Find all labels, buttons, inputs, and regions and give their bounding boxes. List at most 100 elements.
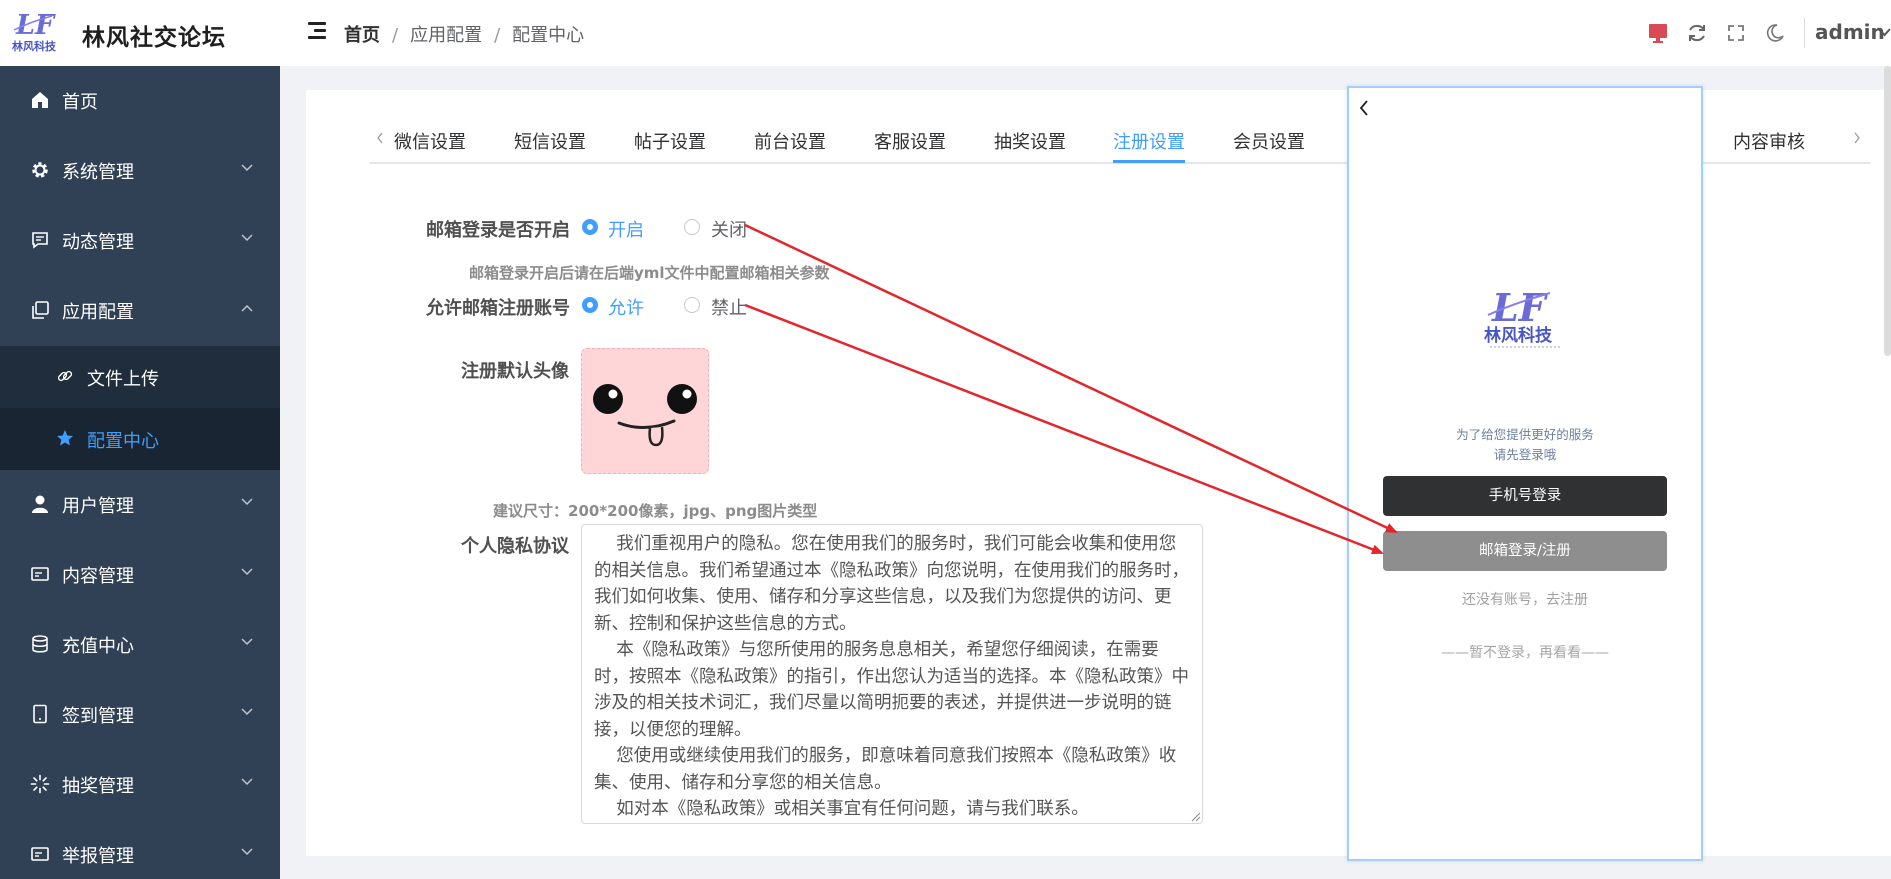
database-icon (32, 635, 48, 653)
hamburger-icon[interactable] (308, 22, 328, 40)
sidebar-subitem-label: 文件上传 (87, 369, 159, 390)
chevron-down-icon[interactable] (1878, 28, 1891, 37)
sidebar-item-recharge[interactable]: 充值中心 (0, 610, 280, 680)
mobile-login-preview (1347, 86, 1703, 861)
brand-logo: LF 林风科技 (12, 10, 57, 53)
sidebar-item-dynamic[interactable]: 动态管理 (0, 206, 280, 276)
sidebar-item-home[interactable]: 首页 (0, 66, 280, 136)
default-avatar-upload[interactable] (581, 348, 709, 474)
card-icon (31, 567, 49, 581)
privacy-label: 个人隐私协议 (461, 536, 569, 557)
sidebar-item-label: 充值中心 (62, 636, 134, 657)
sidebar-item-label: 举报管理 (62, 846, 134, 867)
message-icon (32, 232, 48, 249)
sidebar-item-checkin[interactable]: 签到管理 (0, 680, 280, 750)
sidebar-subitem-config-center[interactable]: 配置中心 (0, 408, 280, 470)
sidebar-item-label: 动态管理 (62, 232, 134, 253)
gear-icon (32, 162, 48, 178)
brand: LF 林风科技 林风社交论坛 (0, 0, 280, 66)
user-icon (32, 495, 48, 513)
chevron-down-icon (241, 234, 253, 242)
report-icon (31, 847, 49, 861)
tab-frontend[interactable]: 前台设置 (754, 128, 826, 154)
email-login-on-radio[interactable] (582, 219, 598, 235)
loading-icon (30, 774, 50, 794)
email-login-hint: 邮箱登录开启后请在后端yml文件中配置邮箱相关参数 (469, 264, 830, 282)
sidebar-item-app-config[interactable]: 应用配置 (0, 276, 280, 346)
sidebar-item-lottery[interactable]: 抽奖管理 (0, 750, 280, 820)
privacy-textarea[interactable]: 我们重视用户的隐私。您在使用我们的服务时，我们可能会收集和使用您的相关信息。我们… (581, 524, 1203, 824)
resize-grip-icon[interactable] (1191, 812, 1201, 822)
email-register-allow-radio[interactable] (582, 297, 598, 313)
email-login-off-radio[interactable] (684, 219, 700, 235)
chevron-down-icon (241, 498, 253, 506)
sidebar-subitem-label: 配置中心 (87, 431, 159, 452)
sidebar-item-label: 系统管理 (62, 162, 134, 183)
avatar-size-hint: 建议尺寸：200*200像素，jpg、png图片类型 (493, 502, 818, 520)
email-login-label: 邮箱登录是否开启 (426, 220, 570, 241)
refresh-icon[interactable] (1686, 22, 1708, 44)
chevron-down-icon (241, 778, 253, 786)
page-scrollbar[interactable] (1884, 66, 1891, 356)
tab-member[interactable]: 会员设置 (1233, 128, 1305, 154)
sidebar-item-label: 用户管理 (62, 496, 134, 517)
breadcrumb: 首页 / 应用配置 / 配置中心 (344, 25, 585, 46)
user-menu[interactable]: admin (1815, 20, 1885, 44)
tab-sms[interactable]: 短信设置 (514, 128, 586, 154)
email-login-button[interactable]: 邮箱登录/注册 (1383, 531, 1667, 571)
tab-customer-service[interactable]: 客服设置 (874, 128, 946, 154)
sidebar-item-label: 签到管理 (62, 706, 134, 727)
sidebar-item-users[interactable]: 用户管理 (0, 470, 280, 540)
sidebar-item-label: 内容管理 (62, 566, 134, 587)
skip-login-link[interactable]: ——暂不登录，再看看—— (1349, 642, 1701, 662)
sidebar-item-label: 应用配置 (62, 302, 134, 323)
sidebar-subitem-file-upload[interactable]: 文件上传 (0, 346, 280, 408)
email-register-label: 允许邮箱注册账号 (426, 298, 570, 319)
copy-icon (32, 301, 49, 319)
tab-posts[interactable]: 帖子设置 (634, 128, 706, 154)
preview-line1: 为了给您提供更好的服务 (1456, 427, 1594, 442)
svg-text:LF: LF (1491, 285, 1549, 330)
chevron-down-icon (241, 164, 253, 172)
breadcrumb-home[interactable]: 首页 (344, 25, 380, 46)
sidebar-item-label: 抽奖管理 (62, 776, 134, 797)
tabs-next-icon[interactable] (1852, 131, 1862, 145)
header-divider (1804, 18, 1805, 48)
register-link[interactable]: 还没有账号，去注册 (1349, 589, 1701, 609)
default-avatar-label: 注册默认头像 (461, 361, 569, 382)
moon-icon[interactable] (1764, 22, 1786, 44)
chevron-up-icon (241, 304, 253, 312)
email-register-deny-label[interactable]: 禁止 (711, 294, 747, 320)
brand-name: 林风社交论坛 (82, 25, 226, 51)
preview-logo: LF 林风科技 (1484, 285, 1562, 348)
monitor-icon[interactable] (1647, 22, 1669, 44)
tab-register[interactable]: 注册设置 (1113, 128, 1185, 154)
email-login-off-label[interactable]: 关闭 (711, 216, 747, 242)
email-register-deny-radio[interactable] (684, 297, 700, 313)
sidebar-item-report[interactable]: 举报管理 (0, 820, 280, 879)
back-arrow-icon[interactable] (1357, 98, 1371, 118)
tab-content-review[interactable]: 内容审核 (1733, 128, 1805, 154)
chevron-down-icon (241, 638, 253, 646)
chevron-down-icon (241, 568, 253, 576)
phone-login-button[interactable]: 手机号登录 (1383, 476, 1667, 516)
email-register-allow-label[interactable]: 允许 (608, 294, 644, 320)
tab-active-indicator (1113, 160, 1185, 163)
breadcrumb-config-center: 配置中心 (512, 25, 585, 46)
sidebar-item-label: 首页 (62, 92, 98, 113)
link-icon (57, 370, 73, 382)
svg-text:林风科技: 林风科技 (1484, 325, 1553, 346)
fullscreen-icon[interactable] (1725, 22, 1747, 44)
avatar-face-icon (593, 384, 697, 447)
sidebar-item-content[interactable]: 内容管理 (0, 540, 280, 610)
breadcrumb-app-config: 应用配置 (410, 25, 483, 46)
sidebar: 首页 系统管理 动态管理 应用配置 文件上传 配置中心 用户管理 内容管理 充值… (0, 66, 280, 879)
tab-wechat[interactable]: 微信设置 (394, 128, 466, 154)
chevron-down-icon (241, 708, 253, 716)
sidebar-item-system[interactable]: 系统管理 (0, 136, 280, 206)
email-login-on-label[interactable]: 开启 (608, 216, 644, 242)
tablet-icon (33, 704, 47, 724)
tab-lottery[interactable]: 抽奖设置 (994, 128, 1066, 154)
svg-text:LF: LF (15, 10, 56, 41)
tabs-prev-icon[interactable] (375, 131, 385, 145)
